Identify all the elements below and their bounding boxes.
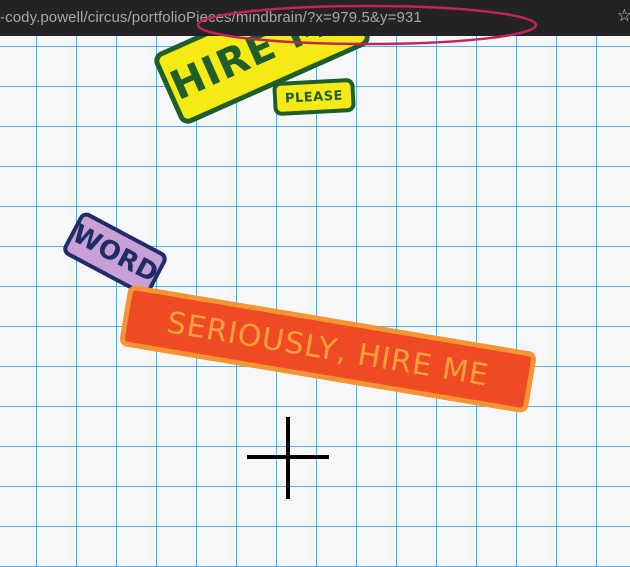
page: -cody.powell/circus/portfolioPieces/mind… bbox=[0, 0, 630, 567]
crosshair-icon bbox=[247, 417, 329, 499]
url-text[interactable]: -cody.powell/circus/portfolioPieces/mind… bbox=[0, 9, 422, 26]
please-sticker[interactable]: PLEASE bbox=[272, 77, 356, 117]
star-icon[interactable]: ☆ bbox=[617, 6, 630, 26]
crosshair-vertical bbox=[286, 417, 290, 499]
browser-address-bar[interactable]: -cody.powell/circus/portfolioPieces/mind… bbox=[0, 0, 630, 36]
please-label: PLEASE bbox=[284, 87, 344, 107]
